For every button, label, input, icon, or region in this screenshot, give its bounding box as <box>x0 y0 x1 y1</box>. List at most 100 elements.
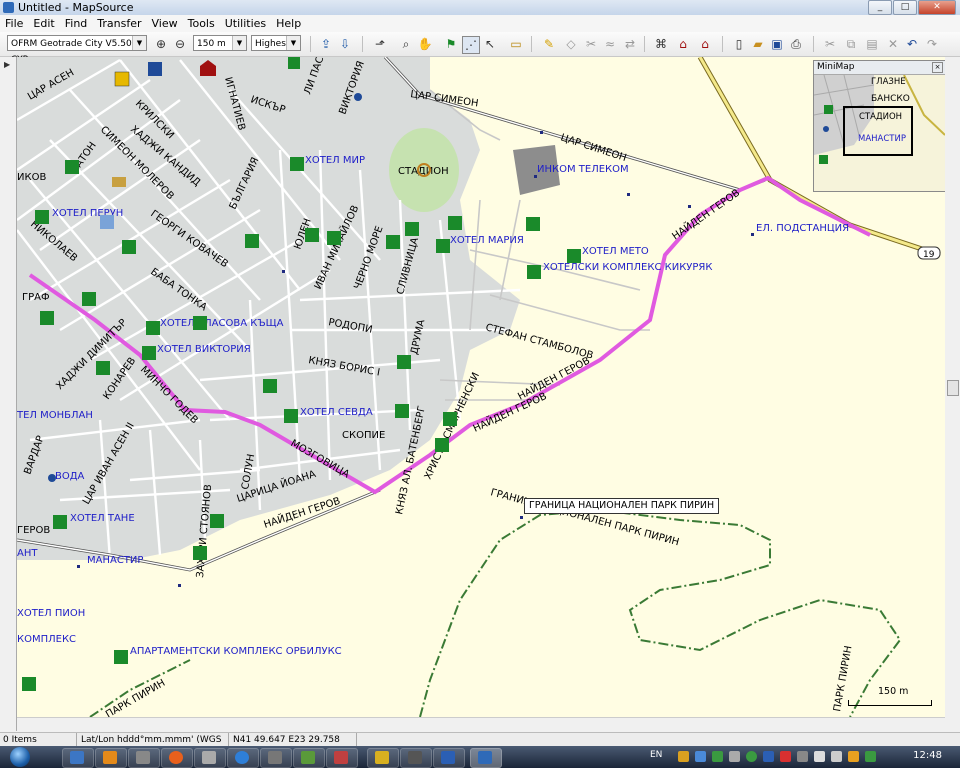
menu-utilities[interactable]: Utilities <box>220 15 271 32</box>
hotel-icon <box>96 361 110 375</box>
toolbar-separator <box>813 36 814 52</box>
tray-icon[interactable] <box>678 751 689 762</box>
hotel-icon <box>290 157 304 171</box>
minimap-label: СТАДИОН <box>859 112 902 122</box>
tray-icon[interactable] <box>865 751 876 762</box>
find-places-icon[interactable]: ⌂ <box>675 36 691 52</box>
hotel-icon <box>146 321 160 335</box>
clock[interactable]: 12:48 <box>913 750 942 761</box>
close-button[interactable]: ✕ <box>918 0 956 15</box>
tray-icon[interactable] <box>848 751 859 762</box>
taskbar-app-word[interactable] <box>433 748 465 768</box>
taskbar-app-generic[interactable] <box>400 748 432 768</box>
tray-icon[interactable] <box>695 751 706 762</box>
taskbar-app-mapsource[interactable] <box>470 748 502 768</box>
hotel-icon <box>142 346 156 360</box>
poi-label: ИНКОМ ТЕЛЕКОМ <box>537 164 629 175</box>
map-view[interactable]: ЦАР АСЕН ЦАР СИМЕОН ЦАР СИМЕОН ИСКЪР ЛИ … <box>17 57 945 717</box>
taskbar-app-firefox[interactable] <box>161 748 193 768</box>
volume-icon[interactable] <box>831 751 842 762</box>
detail-level-select[interactable]: Highest ▼ <box>251 35 301 51</box>
poi-label: ГЕРОВ <box>17 525 50 536</box>
find-binoculars-icon[interactable]: ⌘ <box>653 36 669 52</box>
menu-transfer[interactable]: Transfer <box>92 15 146 32</box>
taskbar-app-generic[interactable] <box>367 748 399 768</box>
menu-view[interactable]: View <box>147 15 183 32</box>
zoom-tool-icon[interactable]: ⌕ <box>398 36 414 52</box>
bus-icon <box>112 177 126 187</box>
erase-icon[interactable]: ◇ <box>563 36 579 52</box>
new-document-icon[interactable]: ▯ <box>731 36 747 52</box>
select-tool-icon[interactable]: ⬏ <box>372 36 388 52</box>
menu-find[interactable]: Find <box>60 15 93 32</box>
draw-track-icon[interactable]: ✎ <box>541 36 557 52</box>
tray-icon[interactable] <box>797 751 808 762</box>
vertical-scroll-thumb[interactable] <box>947 380 959 396</box>
delete-icon[interactable]: ✕ <box>885 36 901 52</box>
language-indicator[interactable]: EN <box>650 750 662 760</box>
map-product-select[interactable]: OFRM Geotrade City V5.50 CYR ▼ <box>7 35 147 65</box>
open-folder-icon[interactable]: ▰ <box>750 36 766 52</box>
tray-icon[interactable] <box>729 751 740 762</box>
app-icon <box>375 751 389 764</box>
redo-icon[interactable]: ↷ <box>924 36 940 52</box>
join-tracks-icon[interactable]: ≈ <box>602 36 618 52</box>
poi-label: ХОТЕЛ ВИКТОРИЯ <box>157 344 251 355</box>
menu-file[interactable]: File <box>0 15 28 32</box>
measure-distance-icon[interactable]: ▭ <box>508 36 524 52</box>
undo-icon[interactable]: ↶ <box>904 36 920 52</box>
tray-icon[interactable] <box>746 751 757 762</box>
taskbar-app-generic[interactable] <box>293 748 325 768</box>
hand-tool-icon[interactable]: ✋ <box>417 36 433 52</box>
reverse-track-icon[interactable]: ⇄ <box>622 36 638 52</box>
zoom-out-icon[interactable]: ⊖ <box>172 36 188 52</box>
taskbar-app-generic[interactable] <box>326 748 358 768</box>
point-marker <box>77 565 80 568</box>
print-icon[interactable]: ⎙ <box>788 36 804 52</box>
cut-icon[interactable]: ✂ <box>822 36 838 52</box>
taskbar-app-media[interactable] <box>95 748 127 768</box>
network-icon[interactable] <box>814 751 825 762</box>
maximize-button[interactable]: □ <box>893 0 917 15</box>
horizontal-scrollbar[interactable] <box>17 717 945 732</box>
vertical-scrollbar[interactable] <box>945 57 960 717</box>
menu-help[interactable]: Help <box>271 15 306 32</box>
taskbar-app-generic[interactable] <box>260 748 292 768</box>
minimap-close-button[interactable]: × <box>932 62 943 73</box>
find-nearest-icon[interactable]: ⌂ <box>697 36 713 52</box>
taskbar-app-explorer[interactable] <box>62 748 94 768</box>
tray-icon[interactable] <box>712 751 723 762</box>
toolbar-separator <box>531 36 532 52</box>
tray-icon[interactable] <box>763 751 774 762</box>
waypoint-flag-icon[interactable]: ⚑ <box>443 36 459 52</box>
taskbar-app-ie[interactable] <box>227 748 259 768</box>
left-panel-collapse-bar[interactable]: ▶ <box>0 57 17 731</box>
divide-track-icon[interactable]: ✂ <box>583 36 599 52</box>
hotel-icon <box>395 404 409 418</box>
zoom-in-icon[interactable]: ⊕ <box>153 36 169 52</box>
minimap-canvas[interactable]: ГЛАЗНЕ БАНСКО СТАДИОН МАНАСТИР <box>814 75 945 191</box>
warning-icon <box>114 71 130 87</box>
minimap-label: ГЛАЗНЕ <box>871 77 906 87</box>
menu-tools[interactable]: Tools <box>183 15 220 32</box>
point-marker <box>688 205 691 208</box>
map-canvas[interactable]: ЦАР АСЕН ЦАР СИМЕОН ЦАР СИМЕОН ИСКЪР ЛИ … <box>17 57 945 717</box>
taskbar-app-generic[interactable] <box>128 748 160 768</box>
save-icon[interactable]: ▣ <box>769 36 785 52</box>
zoom-scale-select[interactable]: 150 m ▼ <box>193 35 247 51</box>
tray-icon[interactable] <box>780 751 791 762</box>
send-to-device-icon[interactable]: ⇪ <box>318 36 334 52</box>
expand-panel-icon[interactable]: ▶ <box>4 60 10 69</box>
pointer-tool-icon[interactable]: ↖ <box>482 36 498 52</box>
minimap-panel[interactable]: MiniMap × ГЛАЗНЕ БАНСКО СТАДИОН МАНАСТИР <box>813 60 946 192</box>
system-tray: EN 12:48 <box>650 746 960 768</box>
route-tool-icon[interactable]: ⋰ <box>462 36 480 54</box>
paste-icon[interactable]: ▤ <box>864 36 880 52</box>
receive-from-device-icon[interactable]: ⇩ <box>337 36 353 52</box>
poi-label: ХОТЕЛ ПИОН <box>17 608 85 619</box>
minimize-button[interactable]: _ <box>868 0 892 15</box>
taskbar-app-generic[interactable] <box>194 748 226 768</box>
menu-edit[interactable]: Edit <box>28 15 59 32</box>
start-button[interactable] <box>4 746 36 768</box>
copy-icon[interactable]: ⧉ <box>843 36 859 52</box>
